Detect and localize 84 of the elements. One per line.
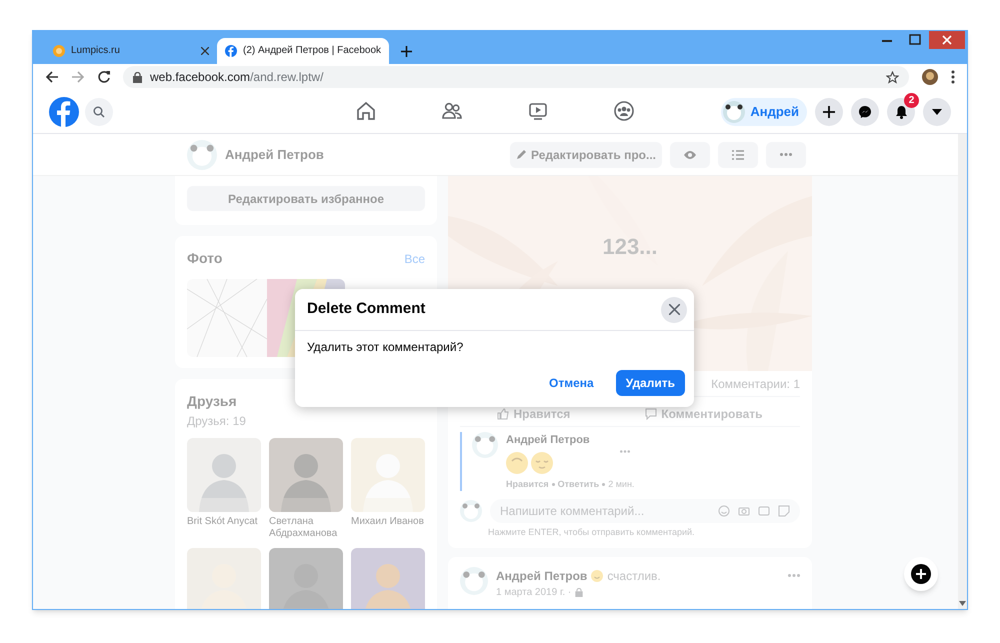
lock-icon (133, 72, 142, 82)
comments-count: Комментарии: 1 (711, 376, 800, 392)
cover-text: 123... (602, 234, 658, 261)
avatar-icon (723, 100, 746, 122)
activity-log-button[interactable] (718, 142, 758, 168)
video-icon[interactable] (527, 100, 549, 122)
avatar-icon (460, 500, 482, 522)
delete-button[interactable]: Удалить (616, 370, 685, 396)
comment-time[interactable]: 2 мин. (608, 478, 634, 491)
close-icon[interactable] (929, 31, 965, 49)
people-icon[interactable] (441, 100, 463, 122)
close-button[interactable] (661, 296, 687, 322)
menu-icon[interactable] (951, 70, 955, 84)
post-date[interactable]: 1 марта 2019 г. · (496, 584, 572, 600)
browser-tab[interactable]: (2) Андрей Петров | Facebook (217, 38, 389, 64)
scroll-down-icon[interactable] (959, 601, 966, 606)
friend-name[interactable]: Светлана Абдрахманова (269, 516, 343, 540)
speech-bubble-icon (645, 408, 658, 420)
avatar-icon (460, 566, 488, 594)
separator-dot-icon (602, 482, 606, 486)
lock-icon (575, 588, 584, 596)
account-menu-button[interactable] (923, 98, 951, 126)
browser-tab[interactable]: Lumpics.ru (45, 38, 217, 64)
close-icon (668, 304, 680, 315)
cancel-button[interactable]: Отмена (539, 370, 604, 396)
post-author[interactable]: Андрей Петров (496, 566, 588, 584)
pencil-icon (516, 149, 528, 160)
comment-field[interactable]: Напишите комментарий... (500, 502, 714, 520)
feeling-text: счастлив. (607, 568, 661, 584)
url-text: web.facebook.com/and.rew.lptw/ (150, 69, 324, 86)
comment-author[interactable]: Андрей Петров (506, 432, 590, 448)
post-action-button[interactable]: Комментировать (645, 404, 763, 422)
profile-name: Андрей (750, 102, 799, 121)
notifications-button[interactable] (887, 98, 915, 126)
extension-icon[interactable] (921, 68, 939, 86)
create-button[interactable] (815, 98, 843, 126)
comment-box[interactable]: Напишите комментарий... (490, 499, 800, 523)
star-icon[interactable] (886, 70, 899, 84)
edit-favorites-button[interactable]: Редактировать избранное (187, 186, 425, 211)
friends-count: Друзья: 19 (187, 413, 247, 430)
plus-icon (823, 106, 835, 118)
caret-icon (932, 108, 942, 114)
new-tab-icon[interactable] (401, 46, 412, 57)
thumbs-up-icon (497, 408, 510, 420)
view-button[interactable] (670, 142, 710, 168)
profile-chip[interactable]: Андрей (721, 98, 807, 126)
friend-name[interactable]: Brit Skót Anycat (187, 516, 261, 528)
friend-name[interactable]: Михаил Иванов (351, 516, 425, 528)
dialog-title: Delete Comment (307, 299, 426, 320)
close-icon[interactable] (201, 47, 209, 55)
messenger-icon (858, 104, 872, 118)
home-icon[interactable] (355, 100, 377, 122)
logo-icon[interactable] (49, 96, 79, 126)
emoji-icon (506, 452, 528, 474)
search-button[interactable] (85, 98, 113, 126)
group-icon[interactable] (613, 100, 635, 122)
profile-name: Андрей Петров (225, 146, 324, 164)
comment-action-link[interactable]: Нравится (506, 478, 549, 491)
separator-dot-icon (552, 482, 555, 486)
search-icon (93, 106, 105, 118)
notification-badge: 2 (904, 92, 919, 108)
dialog-message: Удалить этот комментарий? (306, 339, 464, 356)
eye-icon (683, 150, 697, 160)
plus-icon (911, 564, 931, 584)
post-action-button[interactable]: Нравится (497, 404, 570, 422)
reload-icon[interactable] (97, 70, 111, 84)
card-title: Фото (187, 249, 222, 268)
card-title: Друзья (187, 392, 238, 411)
favicon-icon (225, 45, 237, 57)
edit-profile-button[interactable]: Редактировать про... (510, 142, 662, 168)
hint-text: Нажмите ENTER, чтобы отправить комментарий. (488, 526, 696, 539)
address-bar[interactable]: web.facebook.com/and.rew.lptw/ (123, 66, 909, 88)
smiley-icon (591, 570, 604, 582)
avatar-icon (472, 432, 498, 458)
comment-action-link[interactable]: Ответить (558, 478, 600, 491)
see-all-link[interactable]: Все (404, 250, 425, 268)
bell-icon (894, 104, 908, 118)
emoji-icon (531, 452, 553, 474)
favicon-icon (53, 45, 65, 57)
messenger-button[interactable] (851, 98, 879, 126)
more-icon (780, 153, 792, 156)
avatar-icon (187, 140, 217, 170)
back-icon[interactable] (45, 70, 59, 84)
list-icon (732, 150, 744, 160)
